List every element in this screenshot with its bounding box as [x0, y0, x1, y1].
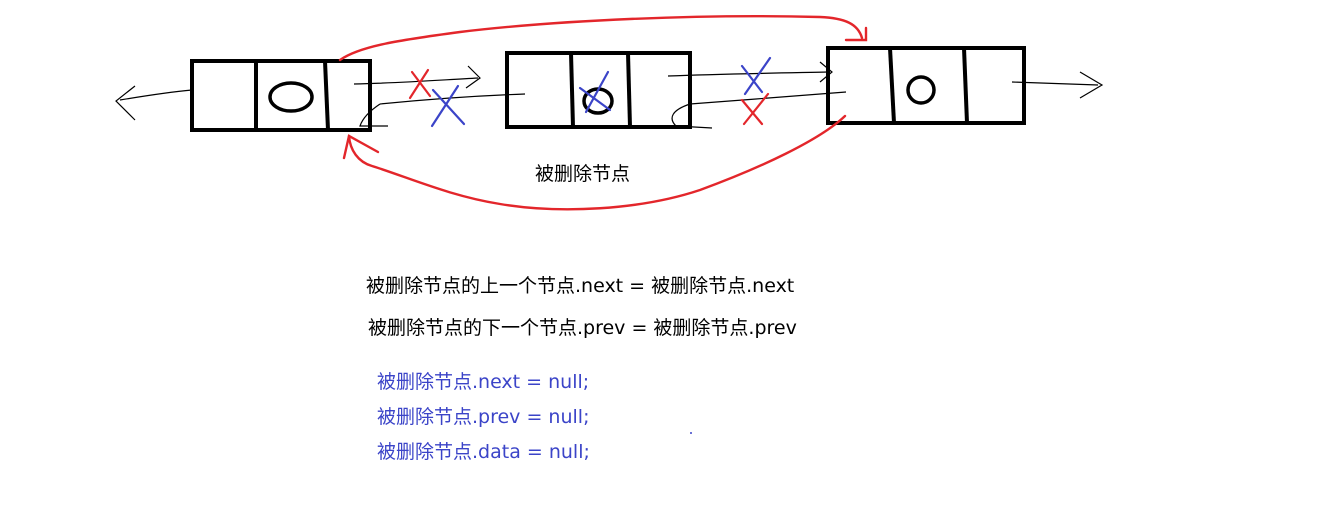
previous-node-divider-2 — [323, 60, 330, 131]
left-outgoing-arrow — [115, 85, 193, 121]
deleted-node-divider-1 — [569, 52, 575, 128]
stray-dot — [690, 432, 692, 434]
deleted-node-label: 被删除节点 — [535, 163, 631, 185]
code-line-data-null: 被删除节点.data = null; — [377, 441, 590, 463]
code-line-next-null: 被删除节点.next = null; — [377, 371, 590, 393]
next-node-divider-1 — [888, 47, 896, 124]
next-node-divider-2 — [962, 47, 969, 124]
next-node — [826, 46, 1026, 125]
formula-next-prev: 被删除节点的下一个节点.prev = 被删除节点.prev — [368, 317, 797, 339]
red-x-mark-1 — [408, 68, 432, 100]
formula-previous-next: 被删除节点的上一个节点.next = 被删除节点.next — [366, 275, 795, 297]
previous-node-data-circle — [268, 81, 314, 113]
previous-node — [190, 59, 372, 132]
code-line-prev-null: 被删除节点.prev = null; — [377, 406, 590, 428]
blue-x-mark-1 — [430, 84, 466, 128]
deleted-node-divider-2 — [626, 52, 632, 128]
linked-list-diagram — [115, 15, 1104, 211]
blue-x-mark-2 — [740, 56, 772, 96]
next-node-data-circle — [906, 75, 936, 105]
next-node-box — [826, 46, 1026, 125]
previous-node-box — [190, 59, 372, 132]
